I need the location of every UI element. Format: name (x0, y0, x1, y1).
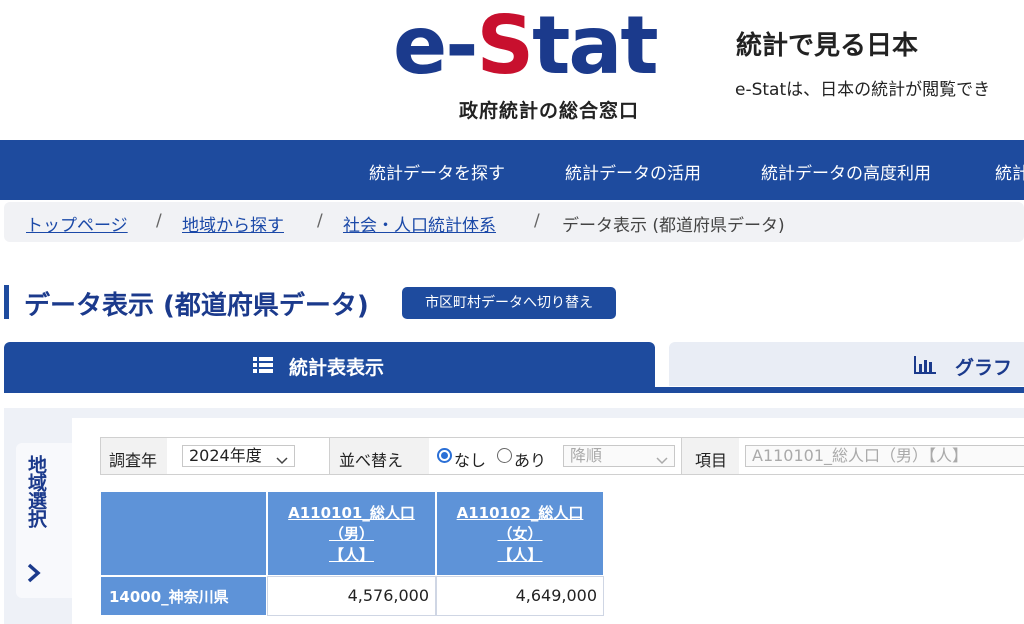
title-accent-bar (4, 285, 9, 319)
chevron-right-icon (26, 563, 42, 587)
sort-yes-radio[interactable] (497, 448, 512, 463)
site-header: e-Stat 政府統計の総合窓口 統計で見る日本 e-Statは、日本の統計が閲… (0, 0, 1024, 140)
tab-graph-label: グラフ (955, 357, 1013, 379)
logo-wordmark: e-Stat (393, 0, 659, 92)
year-label: 調査年 (109, 451, 158, 470)
year-select[interactable]: 2024年度 (182, 445, 295, 467)
sort-label: 並べ替え (339, 451, 404, 470)
breadcrumb-link-top[interactable]: トップページ (26, 211, 128, 236)
region-select-label: 地域選択 (25, 455, 47, 527)
page-title: データ表示 (都道府県データ) (24, 291, 369, 321)
tab-table-view[interactable]: 統計表表示 (4, 342, 655, 390)
bar-chart-icon (913, 354, 937, 380)
tab-underline (4, 387, 1024, 393)
chevron-down-icon (656, 450, 668, 470)
column-header-female[interactable]: A110102_総人口 （女） 【人】 (436, 491, 604, 576)
table-cell-male: 4,576,000 (267, 576, 436, 616)
nav-item-use-data[interactable]: 統計データの活用 (565, 159, 701, 184)
sort-order-select[interactable]: 降順 (563, 445, 675, 467)
nav-item-more[interactable]: 統計 (995, 159, 1024, 184)
sort-none-radio[interactable] (437, 448, 452, 463)
item-label: 項目 (695, 451, 728, 470)
breadcrumb-link-system[interactable]: 社会・人口統計体系 (343, 211, 496, 236)
nav-item-advanced-use[interactable]: 統計データの高度利用 (761, 159, 931, 184)
switch-municipality-button[interactable]: 市区町村データへ切り替え (402, 287, 616, 319)
sort-order-value: 降順 (570, 446, 603, 465)
estat-logo[interactable]: e-Stat 政府統計の総合窓口 (393, 0, 683, 132)
table-cell-female: 4,649,000 (436, 576, 604, 616)
list-icon (252, 354, 274, 380)
sort-none-label: なし (454, 451, 487, 470)
column-header-male[interactable]: A110101_総人口 （男） 【人】 (267, 491, 436, 576)
column-header-sub: （女） (497, 525, 543, 543)
breadcrumb-separator: / (534, 211, 540, 231)
breadcrumb-current: データ表示 (都道府県データ) (562, 216, 785, 236)
breadcrumb-link-region[interactable]: 地域から探す (182, 211, 284, 236)
tagline-title: 統計で見る日本 (736, 31, 919, 61)
tab-graph-view[interactable]: グラフ (669, 342, 1024, 386)
chevron-down-icon (276, 450, 288, 470)
column-header-code: A110101_総人口 (288, 504, 415, 522)
nav-item-find-data[interactable]: 統計データを探す (369, 159, 505, 184)
sort-yes-label: あり (514, 451, 547, 470)
year-select-value: 2024年度 (189, 446, 262, 465)
column-header-unit: 【人】 (328, 546, 374, 564)
item-select-value: A110101_総人口（男）【人】 (752, 446, 969, 465)
tagline-description: e-Statは、日本の統計が閲覧でき (735, 80, 991, 100)
column-header-sub: （男） (328, 525, 374, 543)
divider (329, 438, 330, 474)
divider (681, 438, 682, 474)
column-header-code: A110102_総人口 (456, 504, 584, 522)
row-header-region: 14000_神奈川県 (100, 576, 267, 616)
breadcrumb: トップページ / 地域から探す / 社会・人口統計体系 / データ表示 (都道府… (4, 202, 1024, 242)
table-corner-header (100, 491, 267, 576)
breadcrumb-separator: / (156, 211, 162, 231)
main-navigation: 統計データを探す 統計データの活用 統計データの高度利用 統計 (0, 140, 1024, 200)
logo-subtitle: 政府統計の総合窓口 (459, 100, 640, 122)
item-select[interactable]: A110101_総人口（男）【人】 (745, 445, 1024, 467)
region-select-tab[interactable]: 地域選択 (16, 443, 72, 598)
column-header-unit: 【人】 (497, 546, 543, 564)
tab-table-label: 統計表表示 (289, 357, 385, 379)
breadcrumb-separator: / (317, 211, 323, 231)
filter-bar: 調査年 2024年度 並べ替え なし あり 降順 項目 A110101_総人口（… (100, 437, 1024, 475)
